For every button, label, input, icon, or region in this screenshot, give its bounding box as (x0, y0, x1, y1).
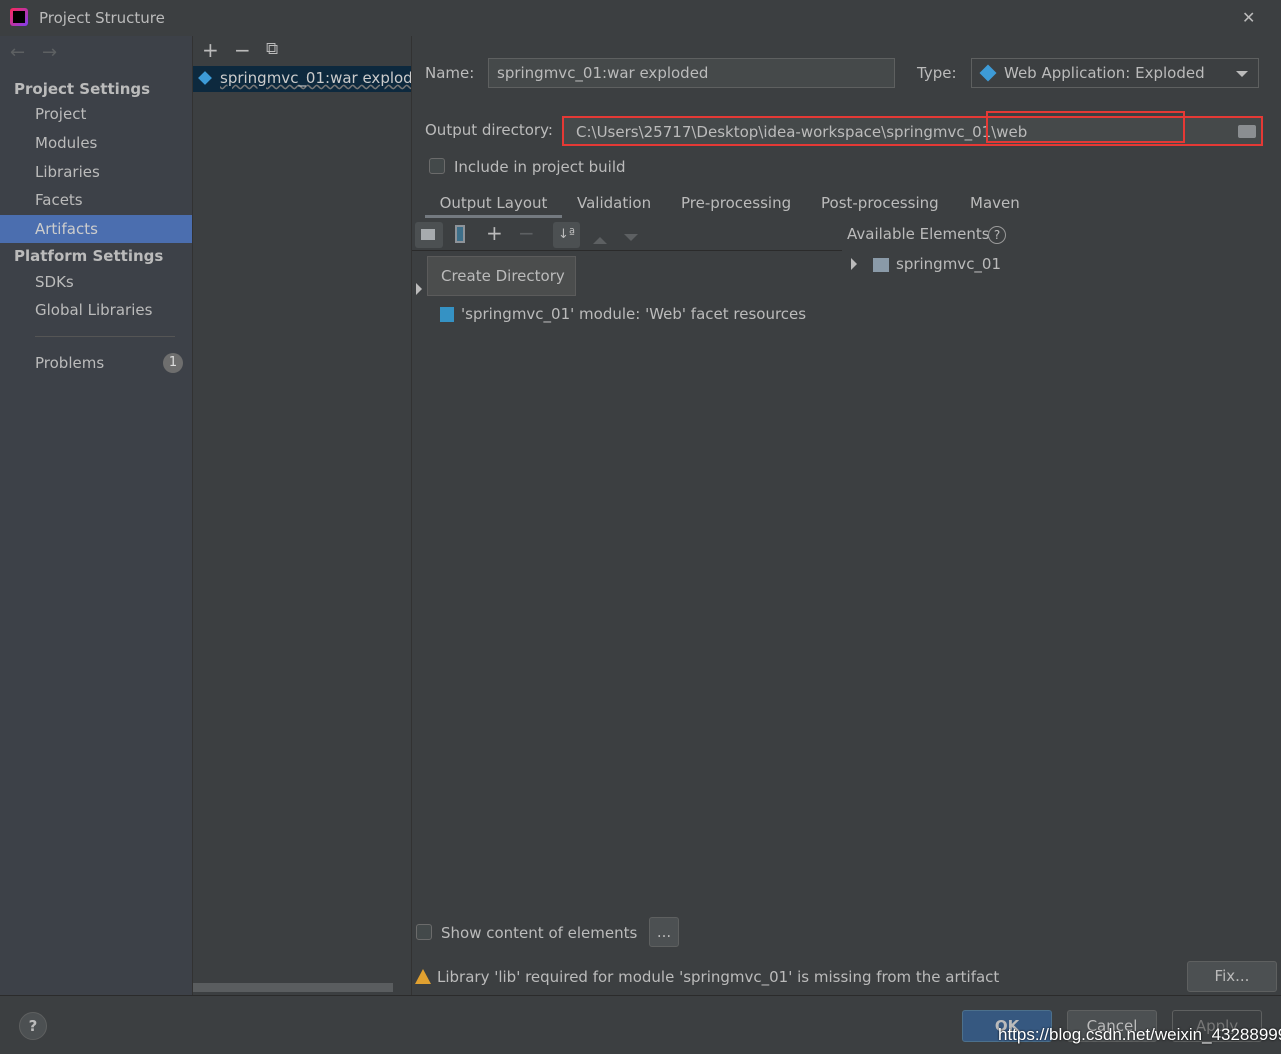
include-in-build-label: Include in project build (454, 158, 626, 176)
artifact-name: springmvc_01:war exploded (220, 69, 411, 87)
type-value: Web Application: Exploded (1004, 64, 1205, 82)
web-artifact-icon (979, 64, 997, 82)
close-icon[interactable]: ✕ (1242, 8, 1255, 27)
name-input[interactable]: springmvc_01:war exploded (488, 58, 895, 88)
forward-icon[interactable]: → (42, 42, 57, 63)
chevron-down-icon (1236, 71, 1248, 83)
warning-icon (415, 969, 431, 984)
sort-icon[interactable]: ↓ª (553, 222, 580, 248)
sidebar-item-global-libraries[interactable]: Global Libraries (0, 296, 192, 324)
web-facet-icon (440, 307, 454, 322)
sidebar-item-sdks[interactable]: SDKs (0, 268, 192, 296)
available-item[interactable]: springmvc_01 (896, 255, 1001, 273)
horizontal-scrollbar[interactable] (193, 983, 393, 992)
warning-text: Library 'lib' required for module 'sprin… (437, 968, 1000, 986)
platform-settings-heading: Platform Settings (14, 247, 164, 265)
footer-divider (0, 995, 1281, 996)
output-directory-label: Output directory: (425, 121, 553, 139)
sidebar-item-artifacts[interactable]: Artifacts (0, 215, 192, 243)
tab-maven[interactable]: Maven (970, 194, 1020, 218)
sidebar-item-facets[interactable]: Facets (0, 186, 192, 214)
window-title: Project Structure (39, 9, 165, 27)
divider (412, 250, 842, 251)
sidebar-item-project[interactable]: Project (0, 100, 192, 128)
problems-count-badge: 1 (163, 353, 183, 373)
artifact-list-panel: + − ⧉ springmvc_01:war exploded (193, 36, 412, 995)
copy-artifact-button[interactable]: ⧉ (266, 39, 278, 59)
remove-element-icon[interactable]: − (518, 221, 535, 245)
tab-output-layout[interactable]: Output Layout (425, 194, 562, 218)
type-select[interactable]: Web Application: Exploded (971, 58, 1259, 88)
tab-validation[interactable]: Validation (577, 194, 651, 218)
back-icon[interactable]: ← (10, 42, 25, 63)
more-button[interactable]: ... (649, 917, 679, 947)
tree-expand-icon[interactable] (851, 258, 863, 270)
move-up-icon[interactable] (593, 230, 607, 244)
sidebar: ← → Project Settings Project Modules Lib… (0, 36, 193, 995)
type-label: Type: (917, 64, 957, 82)
folder-browse-icon[interactable] (1238, 125, 1256, 138)
include-in-build-checkbox[interactable] (429, 158, 445, 174)
watermark: https://blog.csdn.net/weixin_43288999 (998, 1025, 1281, 1044)
module-folder-icon (873, 258, 889, 272)
add-element-icon[interactable]: + (486, 221, 503, 245)
remove-artifact-button[interactable]: − (234, 38, 251, 62)
available-elements-label: Available Elements (847, 225, 990, 243)
sidebar-item-libraries[interactable]: Libraries (0, 158, 192, 186)
help-icon[interactable]: ? (988, 226, 1006, 244)
create-directory-tooltip: Create Directory (427, 256, 576, 296)
show-content-label: Show content of elements (441, 924, 638, 942)
help-button[interactable]: ? (19, 1012, 47, 1040)
add-artifact-button[interactable]: + (202, 38, 219, 62)
tab-post-processing[interactable]: Post-processing (821, 194, 939, 218)
show-content-checkbox[interactable] (416, 924, 432, 940)
tree-item[interactable]: 'springmvc_01' module: 'Web' facet resou… (461, 305, 806, 323)
divider (35, 336, 175, 337)
title-bar: Project Structure ✕ (0, 0, 1281, 36)
archive-icon[interactable] (455, 225, 465, 243)
intellij-logo-icon (10, 8, 28, 26)
tab-pre-processing[interactable]: Pre-processing (681, 194, 791, 218)
project-settings-heading: Project Settings (14, 80, 151, 98)
list-item[interactable]: springmvc_01:war exploded (193, 66, 411, 92)
create-directory-icon[interactable] (415, 222, 443, 248)
artifact-editor: Name: springmvc_01:war exploded Type: We… (412, 36, 1281, 995)
web-artifact-icon (198, 71, 212, 85)
move-down-icon[interactable] (624, 234, 638, 248)
name-label: Name: (425, 64, 475, 82)
highlight-box (986, 111, 1185, 143)
sidebar-item-modules[interactable]: Modules (0, 129, 192, 157)
fix-button[interactable]: Fix... (1187, 961, 1277, 992)
